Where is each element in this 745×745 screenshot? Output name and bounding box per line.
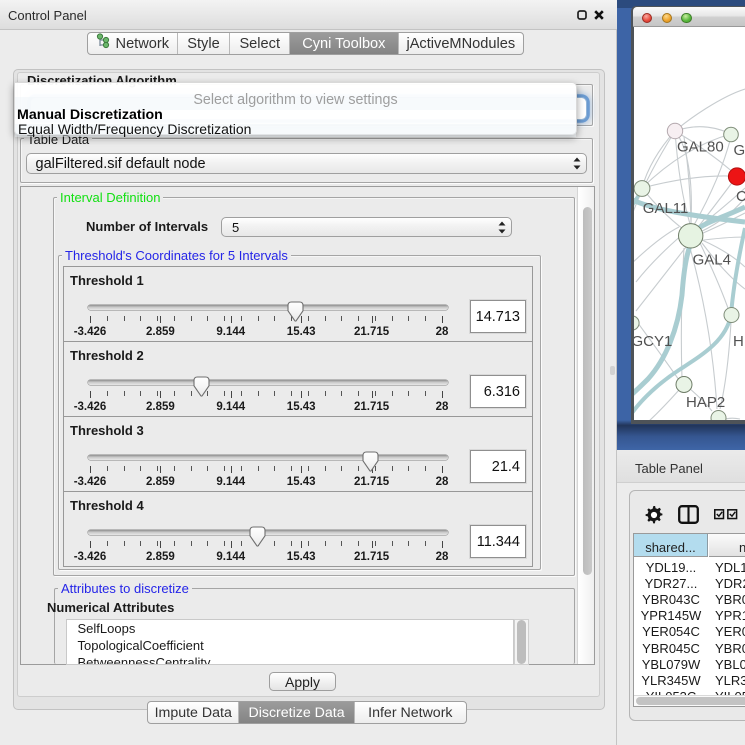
svg-text:HAP2: HAP2: [686, 394, 725, 411]
svg-text:H: H: [733, 333, 744, 350]
svg-text:GA: GA: [734, 142, 745, 159]
svg-text:GAL4: GAL4: [693, 252, 731, 269]
svg-text:GAL11: GAL11: [643, 200, 689, 217]
svg-text:GCY1: GCY1: [634, 333, 672, 350]
svg-text:GAL80: GAL80: [677, 139, 724, 156]
svg-text:C: C: [736, 188, 745, 205]
